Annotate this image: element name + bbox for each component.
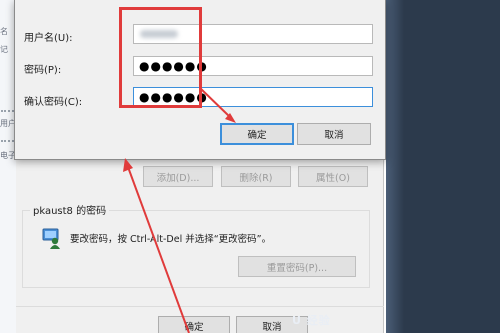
properties-ok-button[interactable]: 确定 (158, 316, 230, 333)
cancel-button[interactable]: 取消 (297, 123, 371, 145)
footer-divider (16, 306, 384, 307)
annotation-highlight-box (119, 7, 202, 108)
password-label: 密码(P): (24, 65, 62, 76)
ok-button[interactable]: 确定 (220, 123, 294, 145)
user-icon (42, 228, 60, 249)
watermark-logo: ꓴ 经验 (292, 314, 331, 327)
background-text: 记 (0, 45, 8, 54)
properties-button[interactable]: 属性(O) (298, 166, 368, 187)
background-text: 名 (0, 27, 8, 36)
confirm-password-label: 确认密码(C): (24, 97, 83, 108)
username-label: 用户名(U): (24, 33, 73, 44)
add-button[interactable]: 添加(D)... (143, 166, 213, 187)
remove-button[interactable]: 删除(R) (221, 166, 291, 187)
dark-edge-glow (386, 0, 404, 333)
change-password-instruction: 要改密码，按 Ctrl-Alt-Del 并选择“更改密码”。 (70, 234, 272, 245)
password-group-title: pkaust8 的密码 (30, 202, 110, 217)
desktop-background (386, 0, 500, 333)
reset-password-button[interactable]: 重置密码(P)... (238, 256, 356, 277)
